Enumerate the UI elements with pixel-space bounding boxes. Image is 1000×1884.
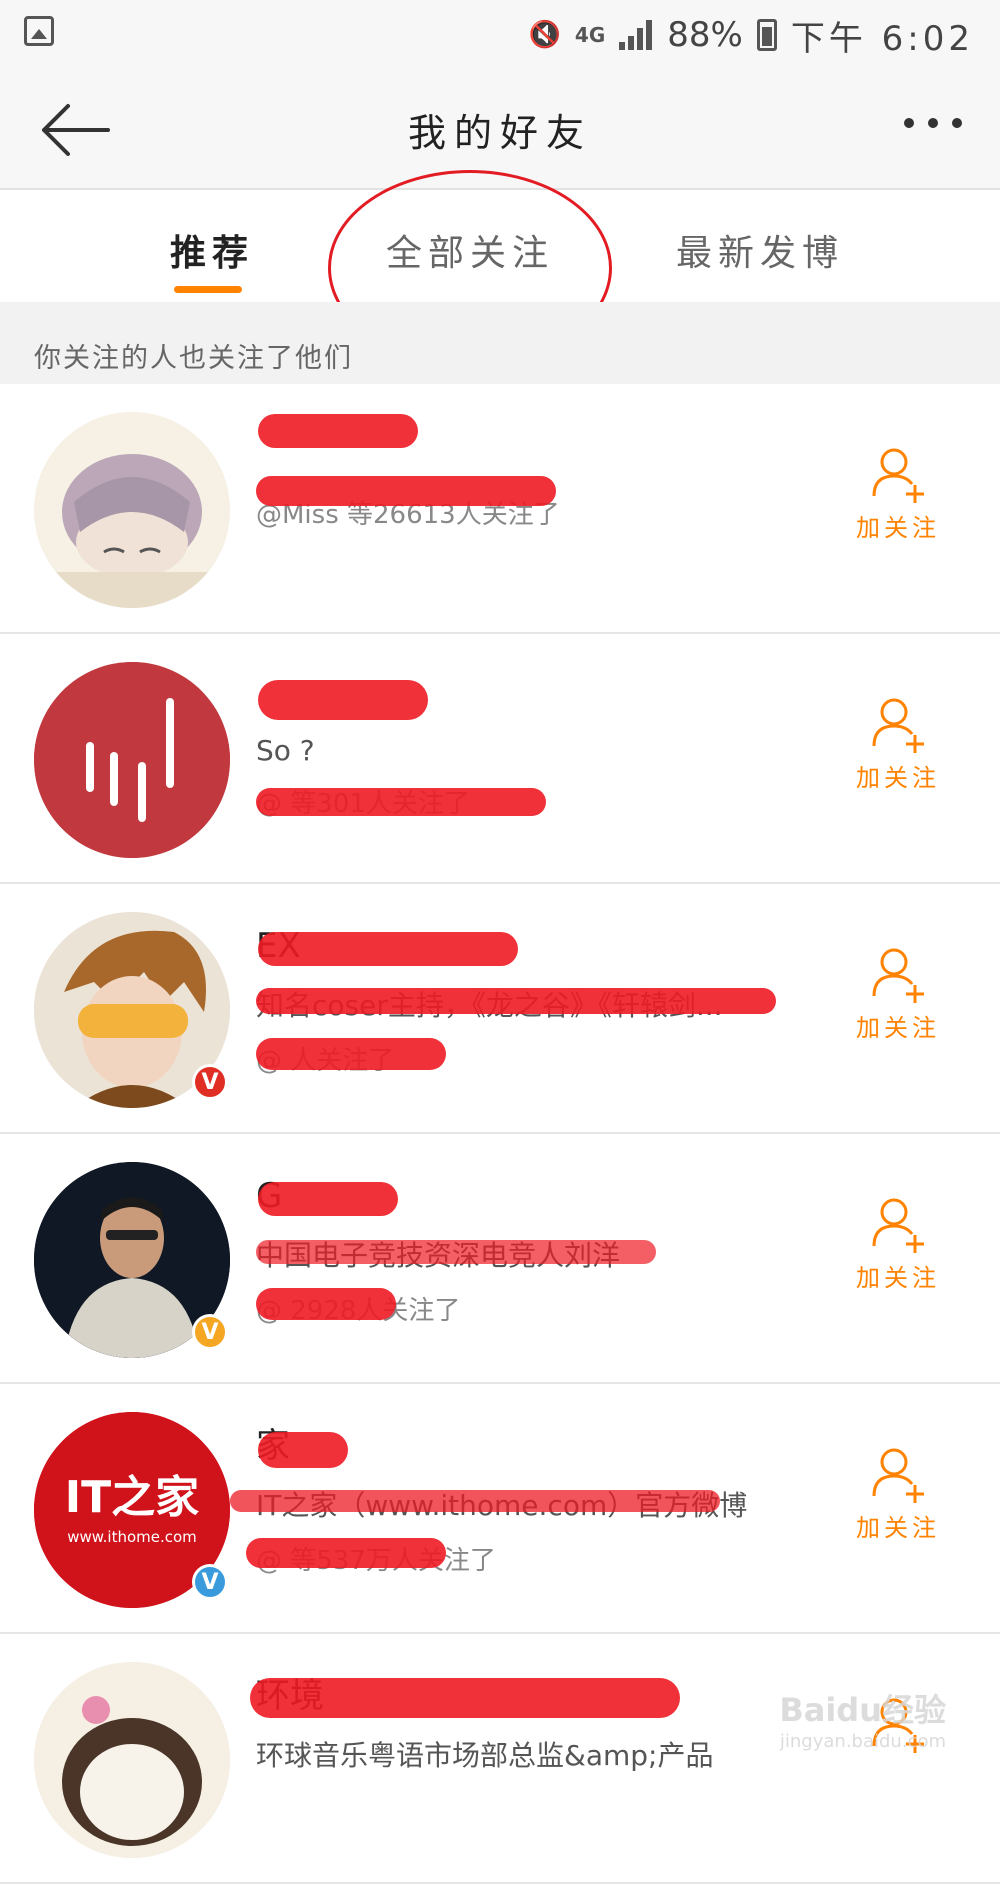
add-friend-icon — [872, 1198, 924, 1253]
redaction-mark — [256, 788, 546, 816]
redaction-mark — [256, 476, 556, 506]
signal-icon — [619, 20, 653, 50]
verified-badge-icon: V — [192, 1564, 228, 1600]
redaction-mark — [256, 1288, 396, 1320]
follow-label: 加关注 — [856, 1264, 940, 1292]
redaction-mark — [230, 1490, 720, 1512]
list-item[interactable]: So ? @ 等301人关注了 加关注 — [0, 634, 1000, 884]
redaction-mark — [250, 1678, 680, 1718]
watermark: Baidu经验 jingyan.baidu.com — [779, 1685, 946, 1752]
add-friend-icon — [872, 448, 924, 503]
user-bio: So ? — [256, 734, 315, 767]
status-bar: 🔇 4G 88% 下午 6:02 — [0, 0, 1000, 70]
nav-bar: 我的好友 — [0, 70, 1000, 190]
battery-icon — [756, 19, 777, 51]
add-friend-icon — [872, 948, 924, 1003]
user-list: @Miss 等26613人关注了 加关注 So ? 加关注 V 加关注 V 加关… — [0, 384, 1000, 1884]
redaction-mark — [256, 1038, 446, 1070]
redaction-mark — [256, 988, 776, 1014]
verified-badge-icon: V — [192, 1314, 228, 1350]
follow-button[interactable]: 加关注 — [850, 1194, 946, 1293]
avatar[interactable] — [34, 412, 230, 608]
ithome-logo-text: IT之家 — [65, 1472, 199, 1523]
ithome-url-text: www.ithome.com — [67, 1528, 197, 1546]
clock: 下午 6:02 — [790, 18, 974, 59]
add-friend-icon — [872, 698, 924, 753]
active-tab-indicator — [174, 286, 242, 293]
redaction-mark — [258, 1432, 348, 1468]
add-friend-icon — [872, 1448, 924, 1503]
tab-recommended[interactable]: 推荐 — [170, 224, 254, 276]
more-options-icon[interactable] — [904, 118, 962, 128]
redaction-mark — [246, 1538, 446, 1568]
network-type: 4G — [574, 23, 606, 47]
redaction-mark — [258, 932, 518, 966]
avatar[interactable] — [34, 1662, 230, 1858]
page-title: 我的好友 — [407, 111, 592, 155]
tab-bar: 推荐 全部关注 最新发博 — [0, 190, 1000, 302]
redaction-mark — [258, 1182, 398, 1216]
watermark-text: Baidu经验 — [779, 1691, 946, 1729]
follow-button[interactable]: 加关注 — [850, 694, 946, 793]
redaction-mark — [258, 680, 428, 720]
battery-percent: 88% — [667, 15, 743, 55]
tab-all-following[interactable]: 全部关注 — [386, 224, 554, 276]
list-item[interactable]: @Miss 等26613人关注了 加关注 — [0, 384, 1000, 634]
avatar[interactable] — [34, 662, 230, 858]
user-bio: 环球音乐粤语市场部总监&amp;产品 — [256, 1739, 714, 1772]
verified-badge-icon: V — [192, 1064, 228, 1100]
list-item[interactable]: IT之家 www.ithome.com V 家 IT之家（www.ithome.… — [0, 1384, 1000, 1634]
follow-label: 加关注 — [856, 764, 940, 792]
section-header-text: 你关注的人也关注了他们 — [34, 343, 353, 374]
follow-label: 加关注 — [856, 1514, 940, 1542]
follow-button[interactable]: 加关注 — [850, 944, 946, 1043]
follow-button[interactable]: 加关注 — [850, 1444, 946, 1543]
watermark-subtext: jingyan.baidu.com — [779, 1731, 946, 1752]
gallery-notification-icon — [24, 16, 54, 46]
follow-button[interactable]: 加关注 — [850, 444, 946, 543]
redaction-mark — [256, 1240, 656, 1264]
section-header: 你关注的人也关注了他们 — [0, 302, 1000, 384]
list-item[interactable]: 环境 环球音乐粤语市场部总监&amp;产品 — [0, 1634, 1000, 1884]
list-item[interactable]: V EX 知名coser主持，《龙之谷》《轩辕剑... @ 人关注了 加关注 — [0, 884, 1000, 1134]
tab-latest-posts[interactable]: 最新发博 — [676, 224, 844, 276]
mute-vibrate-icon: 🔇 — [528, 20, 561, 50]
list-item[interactable]: V G 中国电子竞技资深电竞人刘洋 @ 2928人关注了 加关注 — [0, 1134, 1000, 1384]
redaction-mark — [258, 414, 418, 448]
follow-label: 加关注 — [856, 514, 940, 542]
follow-label: 加关注 — [856, 1014, 940, 1042]
